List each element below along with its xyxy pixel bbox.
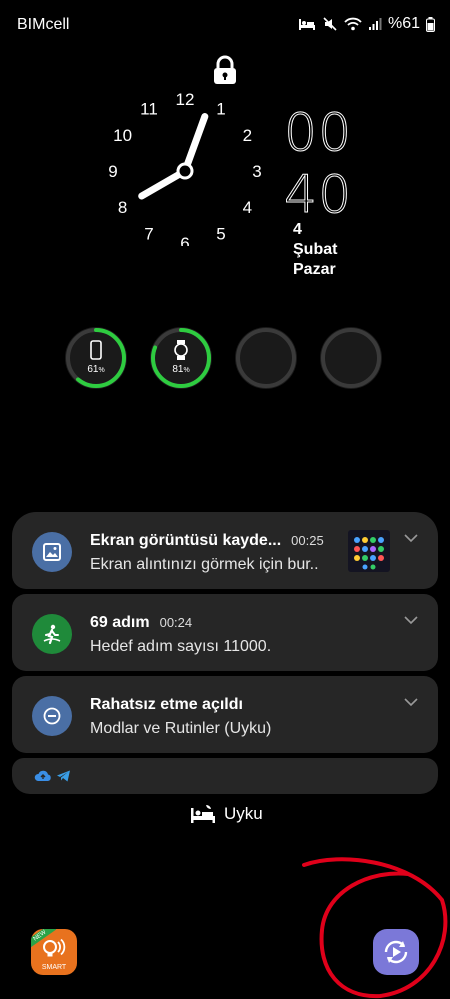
clock-numeral: 6 <box>180 234 189 246</box>
notification-text: Modlar ve Rutinler (Uyku) <box>90 720 272 737</box>
date: 4 Şubat Pazar <box>293 220 337 280</box>
chevron-down-icon[interactable] <box>404 698 418 707</box>
battery-percent-unit: % <box>98 367 105 374</box>
hour-hand <box>181 112 209 175</box>
phone-icon <box>90 340 102 360</box>
lightbulb-wifi-icon <box>43 938 66 957</box>
mute-icon <box>323 17 337 31</box>
battery-widget <box>319 326 383 390</box>
sleep-mode-indicator: Uyku <box>190 804 263 824</box>
smart-app-label: SMART <box>41 964 67 971</box>
battery-percent-value: 81 <box>172 364 184 375</box>
notification-icon-bg <box>32 696 72 736</box>
digital-hour: 00 <box>283 103 353 164</box>
chevron-down-icon[interactable] <box>404 534 418 543</box>
notification-title: Rahatsız etme açıldı <box>90 696 243 713</box>
clock-numeral: 8 <box>118 198 127 217</box>
digital-minute: 40 <box>283 165 353 226</box>
battery-percent: %61 <box>387 15 420 32</box>
date-day: 4 <box>293 221 302 238</box>
battery-ring <box>235 327 297 389</box>
clock-numeral: 10 <box>113 126 132 145</box>
battery-percent-unit: % <box>183 367 190 374</box>
status-icons: %61 <box>298 15 435 33</box>
date-weekday: Pazar <box>293 261 336 278</box>
clock-numeral: 3 <box>252 162 261 181</box>
cloud-upload-icon <box>34 770 51 781</box>
clock-numeral: 11 <box>140 100 158 119</box>
status-bar: BIMcell %61 <box>0 0 450 50</box>
date-month: Şubat <box>293 241 338 258</box>
clock-numeral: 7 <box>144 224 153 243</box>
notification-icon-bg <box>32 532 72 572</box>
battery-percent-value: 61 <box>87 364 99 375</box>
chevron-down-icon[interactable] <box>404 616 418 625</box>
clock-center <box>176 162 194 180</box>
notification-screenshot[interactable]: Ekran görüntüsü kayde... 00:25 Ekran alın… <box>12 512 438 589</box>
image-icon <box>43 543 61 561</box>
sleep-bed-icon <box>298 19 315 30</box>
analog-clock: 121234567891011 <box>108 90 261 246</box>
thumbnail-image <box>348 530 390 572</box>
notification-icon-bg <box>32 614 72 654</box>
screenshot-thumbnail[interactable] <box>348 530 390 572</box>
screen-recorder-icon <box>384 940 408 964</box>
collapsed-notifications[interactable] <box>12 758 438 794</box>
digital-time: 00 40 <box>283 102 353 226</box>
clock-numeral: 12 <box>176 90 195 109</box>
sleep-mode-label: Uyku <box>224 804 263 823</box>
do-not-disturb-icon <box>43 707 61 725</box>
notification-text: Ekran alıntınızı görmek için bur.. <box>90 556 319 573</box>
battery-percent-label: 61% <box>64 364 128 375</box>
walking-person-icon <box>43 624 61 644</box>
clock-numeral: 1 <box>216 100 225 119</box>
sleep-bed-icon <box>191 805 215 823</box>
telegram-icon <box>57 770 70 782</box>
battery-widgets: 61% 81% <box>64 326 383 390</box>
notification-time: 00:24 <box>159 615 193 630</box>
clock-numeral: 5 <box>216 224 225 243</box>
notification-text: Hedef adım sayısı 11000. <box>90 638 272 655</box>
clock-numeral: 4 <box>243 198 252 217</box>
notification-do-not-disturb[interactable]: Rahatsız etme açıldı Modlar ve Rutinler … <box>12 676 438 753</box>
clock-numeral: 9 <box>108 162 117 181</box>
wifi-icon <box>344 17 362 31</box>
notification-time: 00:25 <box>291 533 324 548</box>
carrier-name: BIMcell <box>17 16 70 33</box>
notification-title: Ekran görüntüsü kayde... 00:25 <box>90 532 324 549</box>
notification-list: Ekran görüntüsü kayde... 00:25 Ekran alın… <box>12 512 438 794</box>
battery-widget <box>234 326 298 390</box>
notification-steps[interactable]: 69 adım 00:24 Hedef adım sayısı 11000. <box>12 594 438 671</box>
notification-title: 69 adım 00:24 <box>90 614 193 631</box>
battery-widget: 81% <box>149 326 213 390</box>
watch-icon <box>174 340 188 360</box>
battery-icon <box>426 16 435 32</box>
red-annotation-circle <box>302 857 448 999</box>
smart-app-shortcut[interactable]: NEW SMART <box>31 929 77 975</box>
clock-numeral: 2 <box>243 126 252 145</box>
screen-recorder-shortcut[interactable] <box>373 929 419 975</box>
signal-icon <box>368 18 382 30</box>
battery-ring <box>320 327 382 389</box>
battery-percent-label: 81% <box>149 364 213 375</box>
battery-widget: 61% <box>64 326 128 390</box>
